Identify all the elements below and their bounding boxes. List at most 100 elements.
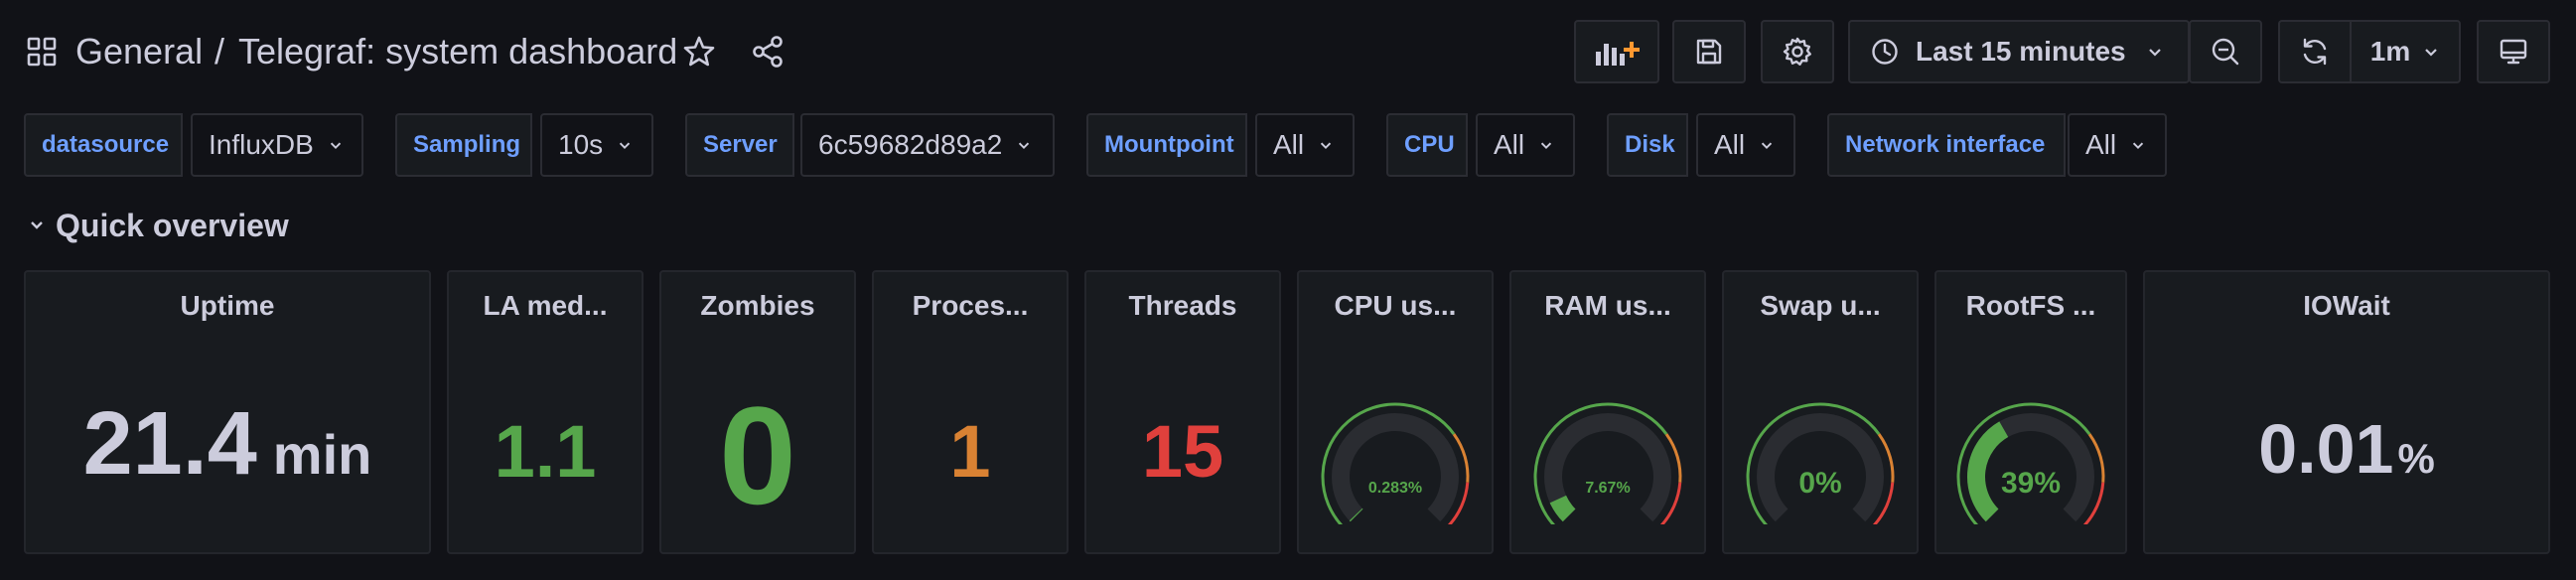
panel-title: Proces... <box>912 290 1029 321</box>
chevron-down-icon <box>1540 142 1552 150</box>
gauge-value-arc <box>1349 508 1363 522</box>
panel-title: Zombies <box>700 290 815 321</box>
add-panel-icon <box>1596 42 1640 66</box>
panel-threads[interactable]: Threads 15 <box>1084 270 1281 554</box>
save-button[interactable] <box>1672 20 1746 83</box>
panel-title: Swap u... <box>1760 290 1881 321</box>
stat-value: 15 <box>1141 410 1224 493</box>
row-header-quick-overview[interactable]: Quick overview <box>28 203 289 248</box>
panel-la-medium[interactable]: LA med... 1.1 <box>447 270 644 554</box>
panel-zombies[interactable]: Zombies 0 <box>659 270 856 554</box>
refresh-interval-picker[interactable]: 1m <box>2350 20 2461 83</box>
panel-title: RootFS ... <box>1965 290 2096 321</box>
variable-value-sampling: 10s <box>558 129 604 160</box>
gauge-value-arc <box>1549 495 1576 522</box>
variable-select-server[interactable]: 6c59682d89a2 <box>800 113 1055 177</box>
clock-icon <box>1872 39 1898 65</box>
variable-label-server: Server <box>685 113 794 177</box>
tv-mode-button[interactable] <box>2477 20 2550 83</box>
chevron-down-icon <box>2425 49 2438 57</box>
variable-label-mountpoint: Mountpoint <box>1086 113 1247 177</box>
gauge-rootfs: 39% <box>1956 402 2105 524</box>
stat-value: 1.1 <box>494 410 597 493</box>
panel-title: CPU us... <box>1334 290 1457 321</box>
panel-uptime[interactable]: Uptime 21.4 min <box>24 270 431 554</box>
apps-grid-icon[interactable] <box>26 36 58 68</box>
variable-value-disk: All <box>1714 129 1746 160</box>
variable-value-datasource: InfluxDB <box>209 129 314 160</box>
dashboard-title[interactable]: Telegraf: system dashboard <box>238 28 677 75</box>
save-icon <box>1696 39 1722 65</box>
zoom-out-button[interactable] <box>2189 20 2262 83</box>
panel-swap-usage[interactable]: Swap u... 0% <box>1722 270 1919 554</box>
stat-value: 0.01% <box>2145 409 2548 489</box>
gauge-ram: 7.67% <box>1533 402 1682 524</box>
chevron-down-icon <box>2148 49 2161 57</box>
breadcrumb-folder[interactable]: General <box>75 28 203 75</box>
gauge-track <box>1332 413 1459 522</box>
star-icon[interactable] <box>681 34 717 70</box>
variable-select-datasource[interactable]: InfluxDB <box>191 113 363 177</box>
panel-rootfs-usage[interactable]: RootFS ... 39% <box>1934 270 2127 554</box>
refresh-interval-label: 1m <box>2369 36 2411 67</box>
variable-label-network-interface: Network interface <box>1827 113 2066 177</box>
gauge-value-text: 0% <box>1798 467 1841 500</box>
panel-title: Uptime <box>180 290 275 321</box>
variable-select-disk[interactable]: All <box>1696 113 1795 177</box>
time-range-label: Last 15 minutes <box>1916 36 2126 67</box>
variable-select-mountpoint[interactable]: All <box>1255 113 1355 177</box>
panel-title: Threads <box>1128 290 1237 321</box>
tv-mode-icon <box>2500 39 2527 65</box>
chevron-down-icon <box>1320 142 1332 150</box>
add-panel-button[interactable] <box>1574 20 1659 83</box>
chevron-down-icon <box>31 221 43 229</box>
variable-label-disk: Disk <box>1607 113 1688 177</box>
chevron-down-icon <box>1019 142 1030 150</box>
panel-title: LA med... <box>483 290 608 321</box>
gauge-swap: 0% <box>1746 402 1895 524</box>
gauge-value-text: 39% <box>2001 467 2061 500</box>
stat-number: 21.4 <box>82 394 257 494</box>
gauge-value-text: 0.283% <box>1368 480 1422 497</box>
stat-value: 0 <box>719 377 796 533</box>
gauge-value-text: 7.67% <box>1585 480 1630 497</box>
chevron-down-icon <box>1761 142 1773 150</box>
stat-unit: % <box>2397 435 2435 482</box>
panel-iowait[interactable]: IOWait 0.01% <box>2143 270 2550 554</box>
variable-value-mountpoint: All <box>1273 129 1305 160</box>
stat-unit: min <box>272 423 372 486</box>
variable-select-sampling[interactable]: 10s <box>540 113 653 177</box>
settings-button[interactable] <box>1761 20 1834 83</box>
template-variables-bar: datasource InfluxDB Sampling 10s Server … <box>0 113 2576 179</box>
stat-number: 0.01 <box>2258 410 2394 488</box>
panel-title: RAM us... <box>1544 290 1671 321</box>
gauge-value-arc <box>1967 421 2009 522</box>
variable-label-cpu: CPU <box>1386 113 1468 177</box>
chevron-down-icon <box>620 142 631 150</box>
row-title: Quick overview <box>56 207 289 243</box>
gauge-track <box>1544 413 1671 522</box>
gear-icon <box>1783 37 1811 66</box>
share-icon[interactable] <box>750 34 786 70</box>
variable-select-cpu[interactable]: All <box>1476 113 1575 177</box>
chevron-down-icon <box>330 142 341 150</box>
zoom-out-icon <box>2212 38 2239 66</box>
breadcrumb-separator: / <box>215 31 225 72</box>
variable-value-network-interface: All <box>2085 129 2117 160</box>
variable-label-sampling: Sampling <box>395 113 532 177</box>
panel-cpu-usage[interactable]: CPU us... 0.283% <box>1297 270 1494 554</box>
variable-label-datasource: datasource <box>24 113 183 177</box>
panel-ram-usage[interactable]: RAM us... 7.67% <box>1509 270 1706 554</box>
variable-value-cpu: All <box>1494 129 1525 160</box>
variable-value-server: 6c59682d89a2 <box>818 129 1003 160</box>
variable-select-network-interface[interactable]: All <box>2068 113 2167 177</box>
chevron-down-icon <box>2132 142 2144 150</box>
stat-value: 1 <box>949 410 991 493</box>
stat-value: 21.4 min <box>26 393 429 496</box>
panel-processes[interactable]: Proces... 1 <box>872 270 1069 554</box>
time-range-picker[interactable]: Last 15 minutes <box>1848 20 2190 83</box>
panel-title: IOWait <box>2303 290 2390 321</box>
gauge-cpu: 0.283% <box>1321 402 1470 524</box>
refresh-button[interactable] <box>2278 20 2350 83</box>
refresh-icon <box>2303 38 2327 66</box>
